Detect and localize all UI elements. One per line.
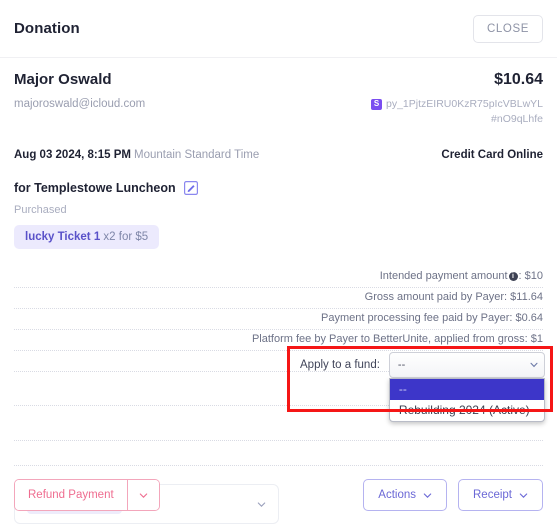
actions-label: Actions xyxy=(378,489,416,501)
stripe-icon: S xyxy=(371,98,382,110)
donation-amount: $10.64 xyxy=(494,71,543,88)
fund-select[interactable]: -- xyxy=(388,352,545,378)
footer-actions-group: Actions Receipt xyxy=(363,479,543,511)
actions-button[interactable]: Actions xyxy=(363,479,447,511)
page-title: Donation xyxy=(14,20,80,37)
ticket-quantity: x2 for $5 xyxy=(100,231,149,243)
chevron-down-icon xyxy=(423,491,432,500)
refund-payment-dropdown-button[interactable] xyxy=(126,480,159,510)
refund-payment-group: Refund Payment xyxy=(14,479,160,511)
donor-summary-row: Major Oswald majoroswald@icloud.com $10.… xyxy=(14,70,543,126)
refund-payment-button[interactable]: Refund Payment xyxy=(15,480,127,510)
fee-row: Gross amount paid by Payer: $11.64 xyxy=(14,288,543,309)
transaction-timezone: Mountain Standard Time xyxy=(133,149,260,161)
apply-to-fund-label: Apply to a fund: xyxy=(300,359,380,371)
payment-method: Credit Card Online xyxy=(441,149,543,161)
stripe-charge-id: py_1PjtzEIRU0KzR75pIcVBLwYL xyxy=(386,98,543,110)
stripe-charge-id-suffix: #nO9qLhfe xyxy=(491,113,543,125)
stripe-reference: S py_1PjtzEIRU0KzR75pIcVBLwYL xyxy=(371,97,543,111)
fund-select-value: -- xyxy=(397,359,406,371)
chevron-down-icon xyxy=(519,491,528,500)
close-button[interactable]: CLOSE xyxy=(473,14,543,43)
ticket-name: lucky Ticket 1 xyxy=(25,231,101,243)
fund-select-wrapper: -- -- Rebuilding 2024 (Active) xyxy=(388,352,545,422)
dialog-header: Donation CLOSE xyxy=(0,0,557,58)
event-name: for Templestowe Luncheon xyxy=(14,181,176,195)
fee-row: Platform fee by Payer to BetterUnite, ap… xyxy=(14,330,543,351)
event-row: for Templestowe Luncheon xyxy=(14,181,543,195)
donor-info: Major Oswald majoroswald@icloud.com xyxy=(14,70,145,111)
chevron-down-icon xyxy=(139,491,148,500)
fee-value: : $10 xyxy=(518,270,543,282)
purchased-label: Purchased xyxy=(14,204,67,216)
transaction-meta-row: Aug 03 2024, 8:15 PM Mountain Standard Ti… xyxy=(14,145,543,163)
receipt-button[interactable]: Receipt xyxy=(458,479,543,511)
info-icon[interactable]: i xyxy=(508,272,518,281)
fee-row: Intended payment amount i: $10 xyxy=(14,267,543,288)
fund-option-rebuilding-2024[interactable]: Rebuilding 2024 (Active) xyxy=(390,400,544,421)
fund-option-none[interactable]: -- xyxy=(389,379,544,400)
fee-label: Intended payment amount xyxy=(379,270,508,282)
ticket-badge: lucky Ticket 1 x2 for $5 xyxy=(14,225,160,249)
apply-to-fund-widget: Apply to a fund: -- -- Rebuilding 2024 (… xyxy=(300,352,545,422)
donor-email: majoroswald@icloud.com xyxy=(14,98,146,110)
fund-row-spacer xyxy=(14,441,543,466)
fee-row: Payment processing fee paid by Payer: $0… xyxy=(14,309,543,330)
receipt-label: Receipt xyxy=(473,489,512,501)
transaction-date: Aug 03 2024, 8:15 PM xyxy=(14,149,131,161)
donor-name: Major Oswald xyxy=(14,71,112,88)
edit-pencil-icon[interactable] xyxy=(183,181,198,195)
payment-summary: $10.64 S py_1PjtzEIRU0KzR75pIcVBLwYL #nO… xyxy=(371,70,543,126)
dialog-footer: Refund Payment Actions Receipt xyxy=(0,479,557,511)
transaction-datetime: Aug 03 2024, 8:15 PM Mountain Standard Ti… xyxy=(14,145,259,163)
fund-options-list[interactable]: -- Rebuilding 2024 (Active) xyxy=(388,378,545,422)
